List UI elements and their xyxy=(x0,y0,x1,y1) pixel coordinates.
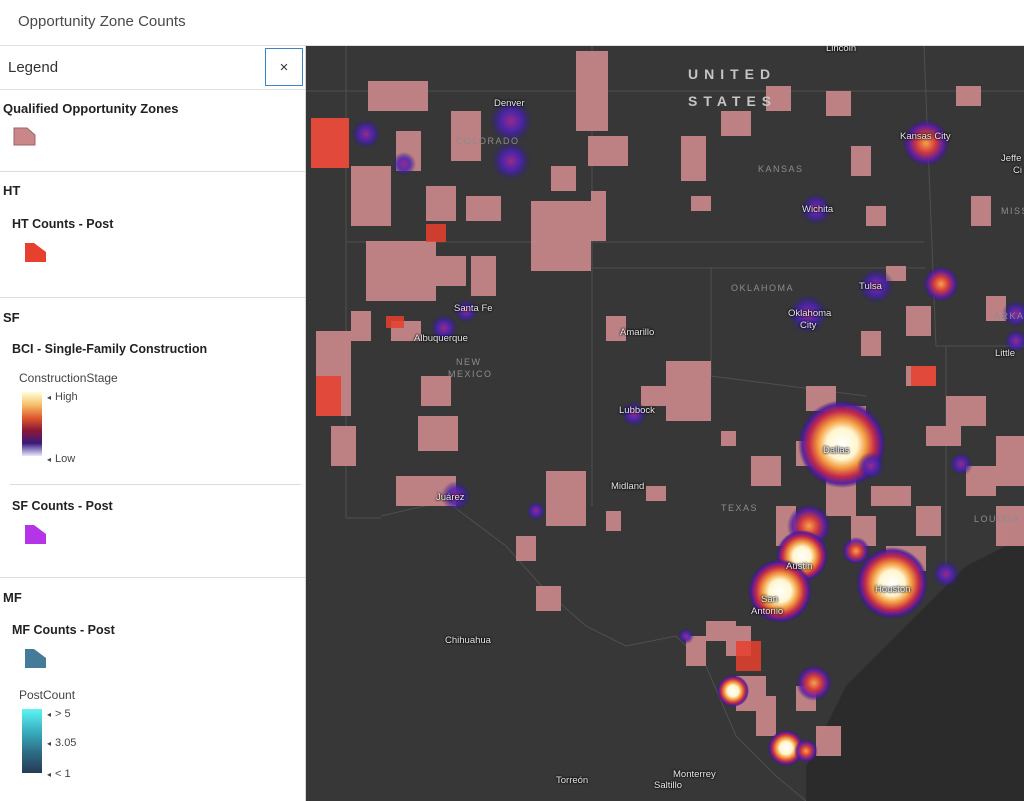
legend-group-title: MF xyxy=(3,590,22,605)
state-label-louisiana: LOUISIA xyxy=(974,514,1021,524)
city-label: Dallas xyxy=(823,445,850,456)
divider xyxy=(10,484,301,485)
legend-field-name: PostCount xyxy=(19,688,76,702)
sf-polygon-swatch xyxy=(25,525,46,544)
legend-layer-title: HT Counts - Post xyxy=(12,217,114,231)
state-label-missouri: MISS xyxy=(1001,206,1024,216)
mf-polygon-swatch xyxy=(25,649,46,668)
city-label: Monterrey xyxy=(673,769,716,780)
city-label: City xyxy=(800,320,817,331)
app-title: Opportunity Zone Counts xyxy=(18,13,186,30)
ramp-low-label: Low xyxy=(47,453,75,465)
ht-polygon-swatch xyxy=(25,243,46,262)
ramp-high-label: High xyxy=(47,391,78,403)
ramp-mid-label: 3.05 xyxy=(47,737,76,749)
city-label: Torreón xyxy=(556,775,589,786)
city-label: Juárez xyxy=(436,492,465,503)
legend-group-title: HT xyxy=(3,183,21,198)
city-label: Houston xyxy=(875,584,911,595)
zone-polygon-swatch xyxy=(13,127,36,146)
country-label: UNITED xyxy=(688,66,777,82)
city-label: Santa Fe xyxy=(454,303,493,314)
city-label: Kansas City xyxy=(900,131,951,142)
legend-title: Legend xyxy=(8,59,59,76)
legend-layer-title: Qualified Opportunity Zones xyxy=(3,101,179,116)
legend-layer-title: MF Counts - Post xyxy=(12,623,115,637)
legend-layer-title: SF Counts - Post xyxy=(12,499,113,513)
legend-field-name: ConstructionStage xyxy=(19,371,118,385)
city-label: San xyxy=(761,594,778,605)
ramp-min-label: < 1 xyxy=(47,768,71,780)
state-label-colorado: COLORADO xyxy=(456,136,520,146)
city-label: Amarillo xyxy=(620,327,655,338)
legend-group-title: SF xyxy=(3,310,20,325)
city-label: Ci xyxy=(1013,165,1022,176)
city-label: Denver xyxy=(494,98,525,109)
ht-zones xyxy=(311,118,936,671)
map-canvas xyxy=(306,46,1024,801)
city-label: Saltillo xyxy=(654,780,682,791)
city-label: Chihuahua xyxy=(445,635,491,646)
legend-section-mf: MF MF Counts - Post PostCount > 5 3.05 <… xyxy=(0,578,305,801)
state-label-kansas: KANSAS xyxy=(758,164,804,174)
city-label: Oklahoma xyxy=(788,308,832,319)
state-label-arkansas: ARKA xyxy=(994,311,1024,321)
country-label: STATES xyxy=(688,93,778,109)
city-label: Lincoln xyxy=(826,46,857,54)
legend-layer-title: BCI - Single-Family Construction xyxy=(12,342,208,356)
heatmap-color-ramp xyxy=(22,392,42,456)
city-label: Austin xyxy=(786,561,813,572)
legend-panel: Legend × Qualified Opportunity Zones HT … xyxy=(0,46,306,801)
legend-section-sf: SF BCI - Single-Family Construction Cons… xyxy=(0,298,305,578)
map-view[interactable]: UNITED STATES COLORADO KANSAS OKLAHOMA N… xyxy=(306,46,1024,801)
state-label-texas: TEXAS xyxy=(721,503,759,513)
app-header: Opportunity Zone Counts xyxy=(0,0,1024,46)
state-label-oklahoma: OKLAHOMA xyxy=(731,283,795,293)
close-button[interactable]: × xyxy=(265,48,303,86)
postcount-color-ramp xyxy=(22,709,42,773)
legend-section-ht: HT HT Counts - Post xyxy=(0,172,305,298)
city-label: Wichita xyxy=(802,204,834,215)
legend-section-qoz: Qualified Opportunity Zones xyxy=(0,90,305,172)
state-label-new-mexico: NEW xyxy=(456,357,482,367)
city-label: Antonio xyxy=(751,606,784,617)
city-label: Albuquerque xyxy=(414,333,468,344)
state-label-new-mexico: MEXICO xyxy=(448,369,493,379)
city-label: Jeffe xyxy=(1001,153,1022,164)
city-label: Lubbock xyxy=(619,405,655,416)
legend-header: Legend × xyxy=(0,46,305,90)
ramp-max-label: > 5 xyxy=(47,708,71,720)
city-label: Tulsa xyxy=(859,281,882,292)
city-label: Little xyxy=(995,348,1016,359)
city-label: Midland xyxy=(611,481,645,492)
close-icon: × xyxy=(279,58,289,76)
